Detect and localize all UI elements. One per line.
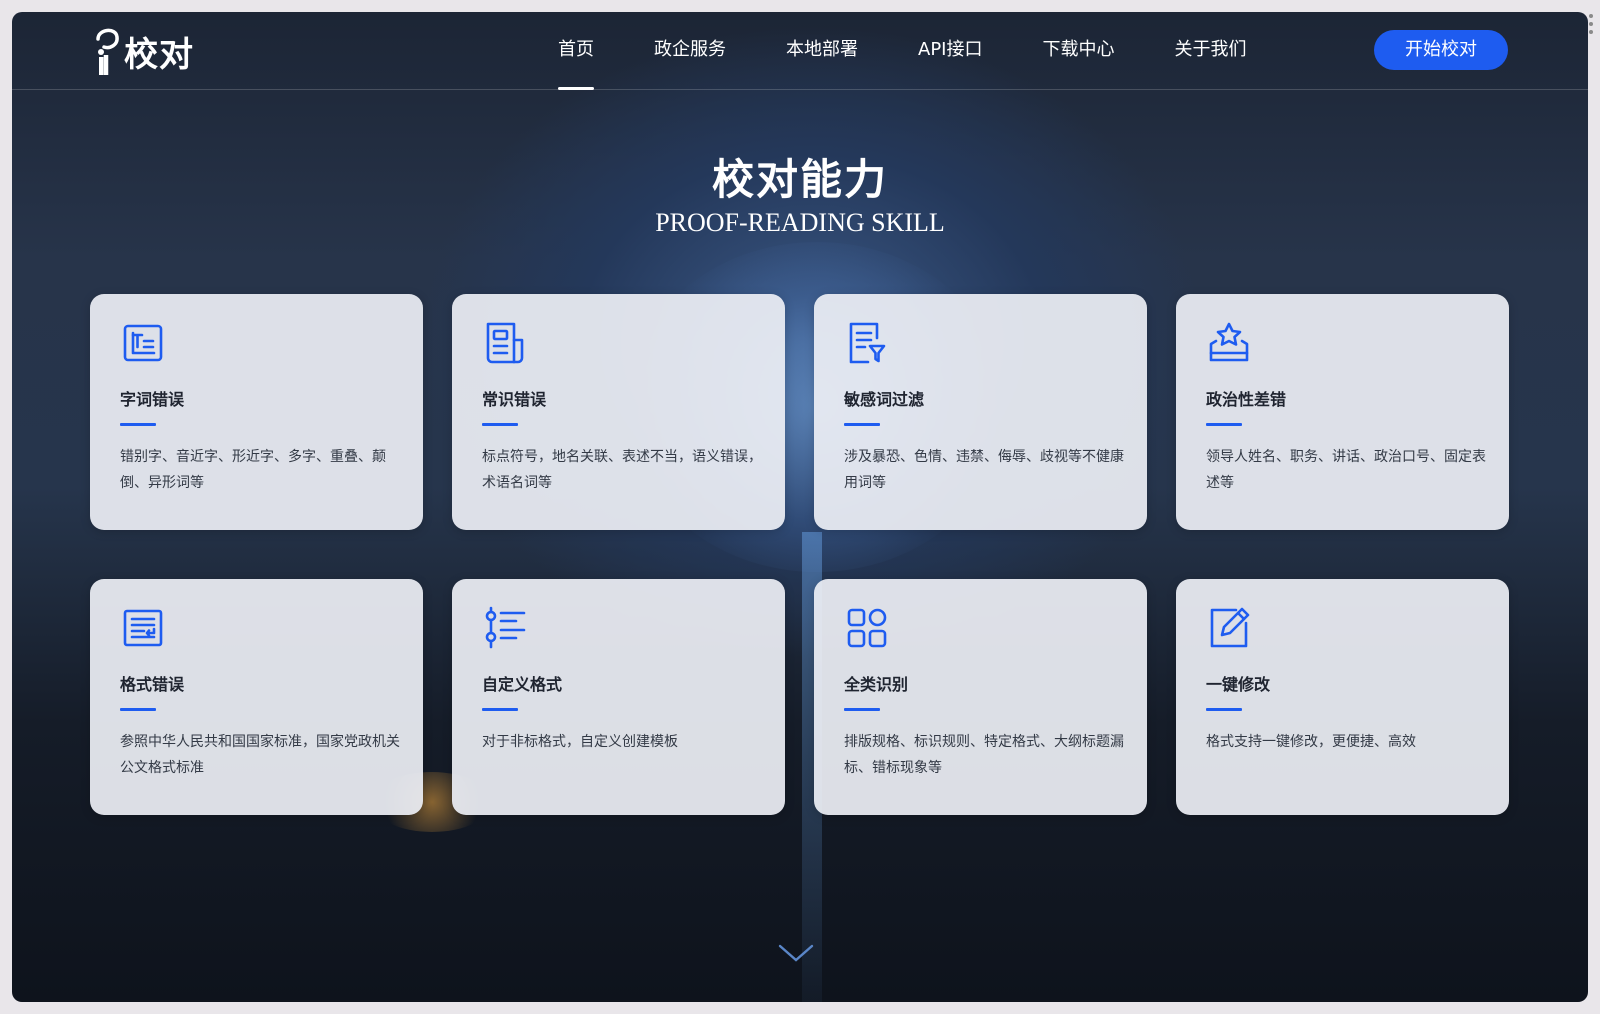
star-badge-icon xyxy=(1206,320,1252,366)
card-description: 标点符号，地名关联、表述不当，语义错误，术语名词等 xyxy=(482,449,762,491)
card-title: 自定义格式 xyxy=(482,675,563,694)
edit-icon xyxy=(1206,605,1252,651)
card-accent-bar xyxy=(1206,708,1242,711)
section-title: 校对能力 xyxy=(711,155,888,204)
card-description: 领导人姓名、职务、讲话、政治口号、固定表述等 xyxy=(1206,449,1486,491)
custom-list-icon xyxy=(482,605,528,651)
feature-card-word-errors[interactable]: 字词错误 错别字、音近字、形近字、多字、重叠、颠倒、异形词等 xyxy=(90,294,423,530)
feature-card-format-errors[interactable]: 格式错误 参照中华人民共和国国家标准，国家党政机关公文格式标准 xyxy=(90,579,423,815)
card-title: 政治性差错 xyxy=(1206,390,1287,409)
feature-card-sensitive-words[interactable]: 敏感词过滤 涉及暴恐、色情、违禁、侮辱、歧视等不健康用词等 xyxy=(814,294,1147,530)
grid-icon xyxy=(844,605,890,651)
format-icon xyxy=(120,605,166,651)
feature-card-one-click-fix[interactable]: 一键修改 格式支持一键修改，更便捷、高效 xyxy=(1176,579,1509,815)
nav-item-api[interactable]: API接口 xyxy=(918,12,982,90)
card-description: 错别字、音近字、形近字、多字、重叠、颠倒、异形词等 xyxy=(120,449,386,491)
start-proofreading-button[interactable]: 开始校对 xyxy=(1374,30,1508,70)
card-description: 参照中华人民共和国国家标准，国家党政机关公文格式标准 xyxy=(120,734,400,776)
card-description: 排版规格、标识规则、特定格式、大纲标题漏标、错标现象等 xyxy=(844,734,1124,776)
feature-card-common-sense-errors[interactable]: 常识错误 标点符号，地名关联、表述不当，语义错误，术语名词等 xyxy=(452,294,785,530)
nav-item-about[interactable]: 关于我们 xyxy=(1174,12,1246,90)
card-title: 格式错误 xyxy=(120,675,185,694)
card-accent-bar xyxy=(844,423,880,426)
card-description: 对于非标格式，自定义创建模板 xyxy=(482,734,678,750)
card-title: 敏感词过滤 xyxy=(844,390,925,409)
logo-text: 校对 xyxy=(124,34,194,75)
card-accent-bar xyxy=(1206,423,1242,426)
feature-card-custom-format[interactable]: 自定义格式 对于非标格式，自定义创建模板 xyxy=(452,579,785,815)
card-description: 格式支持一键修改，更便捷、高效 xyxy=(1206,734,1416,750)
window-resize-handle[interactable] xyxy=(1588,12,1594,42)
nav-item-home[interactable]: 首页 xyxy=(558,12,594,90)
card-accent-bar xyxy=(482,423,518,426)
scroll-down-chevron-icon[interactable] xyxy=(776,942,816,964)
top-navigation-bar: 校对 首页 政企服务 本地部署 API接口 下载中心 关于我们 开始校对 xyxy=(12,12,1588,90)
text-frame-icon xyxy=(120,320,166,366)
card-accent-bar xyxy=(844,708,880,711)
card-title: 全类识别 xyxy=(844,675,909,694)
feature-card-political-errors[interactable]: 政治性差错 领导人姓名、职务、讲话、政治口号、固定表述等 xyxy=(1176,294,1509,530)
card-title: 常识错误 xyxy=(482,390,547,409)
card-accent-bar xyxy=(120,423,156,426)
site-logo[interactable]: 校对 xyxy=(90,24,194,78)
nav-item-downloads[interactable]: 下载中心 xyxy=(1042,12,1114,90)
nav-item-enterprise-services[interactable]: 政企服务 xyxy=(654,12,726,90)
logo-mark-icon xyxy=(96,28,119,75)
card-title: 字词错误 xyxy=(120,390,185,409)
card-accent-bar xyxy=(482,708,518,711)
filter-list-icon xyxy=(844,320,890,366)
card-accent-bar xyxy=(120,708,156,711)
nav-item-local-deployment[interactable]: 本地部署 xyxy=(786,12,858,90)
card-description: 涉及暴恐、色情、违禁、侮辱、歧视等不健康用词等 xyxy=(844,449,1124,491)
main-nav: 首页 政企服务 本地部署 API接口 下载中心 关于我们 xyxy=(558,12,1306,90)
browser-window: 校对 首页 政企服务 本地部署 API接口 下载中心 关于我们 开始校对 校对能… xyxy=(12,12,1588,1002)
feature-card-full-recognition[interactable]: 全类识别 排版规格、标识规则、特定格式、大纲标题漏标、错标现象等 xyxy=(814,579,1147,815)
card-title: 一键修改 xyxy=(1206,675,1271,694)
document-icon xyxy=(482,320,528,366)
section-subtitle: PROOF-READING SKILL xyxy=(655,208,945,237)
